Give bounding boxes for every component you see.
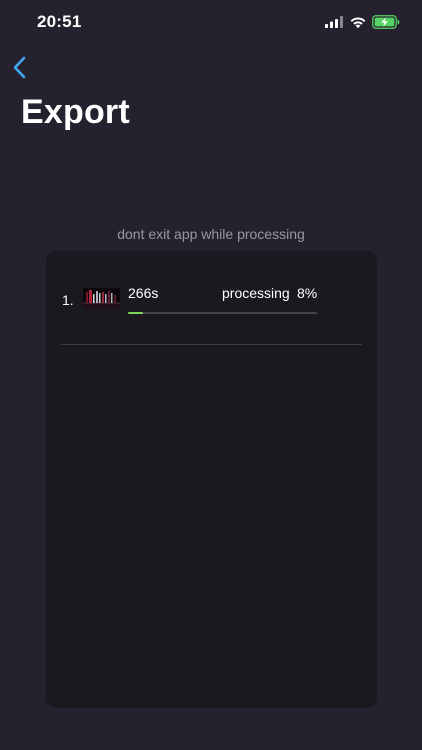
progress-bar	[128, 312, 317, 314]
export-queue-panel: 1. 266s processing 8%	[46, 251, 377, 708]
export-job-row[interactable]: 1. 266s processing 8%	[46, 251, 377, 345]
signal-icon	[325, 16, 343, 28]
video-thumbnail	[83, 288, 120, 309]
status-bar: 20:51	[0, 0, 422, 46]
processing-warning: dont exit app while processing	[117, 226, 305, 242]
chevron-left-icon	[13, 56, 26, 79]
job-status: processing	[222, 285, 290, 301]
battery-charging-icon	[372, 15, 400, 29]
wifi-icon	[350, 17, 366, 29]
status-time: 20:51	[37, 12, 82, 31]
job-index: 1.	[62, 292, 74, 308]
progress-bar-fill	[128, 312, 144, 314]
page-title: Export	[21, 93, 130, 131]
job-percent: 8%	[297, 285, 318, 301]
row-divider	[61, 344, 362, 345]
job-duration: 266s	[128, 285, 159, 301]
back-button[interactable]	[8, 52, 38, 84]
